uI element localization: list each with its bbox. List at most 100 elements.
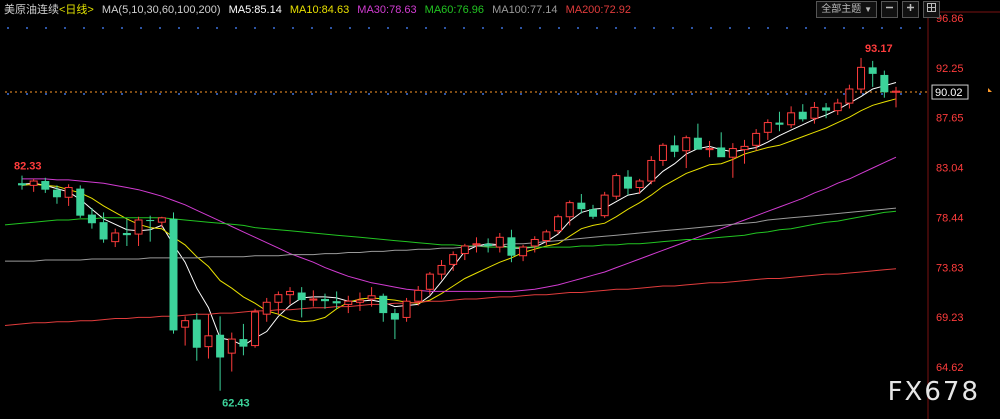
chart-window: 96.86 92.25 87.65 83.04 78.44 73.83 69.23 64.62… [0,0,1000,419]
grid-dot [805,93,807,95]
grid-dot [558,27,560,29]
candle-body [857,66,866,90]
candle-body [251,311,260,347]
candle-body [449,254,458,265]
grid-dot [520,93,522,95]
candle-body [577,202,586,210]
ma-line-ma200 [21,268,897,325]
ma-line-ma30 [22,156,897,292]
candle-body [658,144,667,161]
grid-dot [26,27,28,29]
grid-dot [7,93,9,95]
candle-body [181,320,190,328]
grid-dot [539,93,541,95]
grid-dot [767,93,769,95]
grid-dot [805,27,807,29]
grid-dot [501,27,503,29]
grid-dot [349,93,351,95]
candle-body [355,299,364,303]
candle-body [437,264,446,275]
ma200-value: MA200:72.92 [565,4,631,16]
candle-body [647,159,656,182]
grid-dot [26,93,28,95]
grid-dot [83,93,85,95]
grid-dot [672,27,674,29]
grid-dot [881,27,883,29]
grid-dot [482,27,484,29]
ma30-value: MA30:78.63 [357,4,417,16]
grid-dot [311,27,313,29]
start-price-label: 82.33 [14,161,42,173]
period-label[interactable]: <日线> [59,4,94,16]
candle-body [157,217,166,223]
grid-dot [197,27,199,29]
grid-dot [710,93,712,95]
grid-dot [615,93,617,95]
zoom-out-button[interactable] [881,1,898,18]
grid-dot [425,27,427,29]
theme-label: 全部主题 [821,4,862,15]
grid-dot [197,93,199,95]
candle-body [635,180,644,189]
grid-dot [102,93,104,95]
grid-dot [900,27,902,29]
zoom-in-button[interactable] [902,1,919,18]
grid-dot [501,93,503,95]
candle-body [868,67,877,74]
y-tick-label: 87.65 [936,113,964,125]
grid-dot [406,27,408,29]
candle-body [320,299,329,302]
grid-dot [140,27,142,29]
candle-body [717,147,726,158]
candle-body [18,183,26,186]
candle-body [134,219,143,235]
theme-select[interactable]: 全部主题 ▼ [816,1,877,18]
grid-dot [577,27,579,29]
candle-body [519,246,528,257]
candle-body [600,194,609,217]
candle-body [798,111,807,120]
candle-body [763,122,772,133]
candle-body [752,132,761,146]
candle-body [111,232,120,243]
grid-dot [919,27,921,29]
candle-body [740,145,749,151]
y-tick-label: 64.62 [936,362,964,374]
candle-body [682,137,691,152]
grid-dot [539,27,541,29]
grid-dot [463,27,465,29]
candle-body [87,214,96,224]
candle-body [169,218,178,331]
y-tick-label: 69.23 [936,312,964,324]
candle-body [286,290,295,296]
candle-body [41,181,50,190]
candle-body [344,300,353,305]
grid-dot [653,27,655,29]
candlestick-chart[interactable]: 96.8692.2587.6583.0478.4473.8369.2364.62… [0,0,1000,419]
grid-dot [7,27,9,29]
grid-dot [634,27,636,29]
grid-dot [824,27,826,29]
candle-body [122,232,131,236]
candle-body [76,188,85,216]
candle-body [810,106,819,119]
grid-dot [387,27,389,29]
grid-dot [463,93,465,95]
grid-dot [748,93,750,95]
grid-dot [273,93,275,95]
candle-body [425,273,434,290]
candle-body [472,243,481,246]
grid-dot [558,93,560,95]
grid-dot [843,27,845,29]
grid-dot [330,27,332,29]
candle-body [833,102,842,112]
ma60-value: MA60:76.96 [424,4,484,16]
grid-dot [159,93,161,95]
settings-button[interactable] [923,1,940,18]
grid-dot [919,93,921,95]
grid-dot [254,27,256,29]
candle-body [460,245,469,255]
grid-dot [425,93,427,95]
grid-dot [786,27,788,29]
candle-body [379,295,388,314]
